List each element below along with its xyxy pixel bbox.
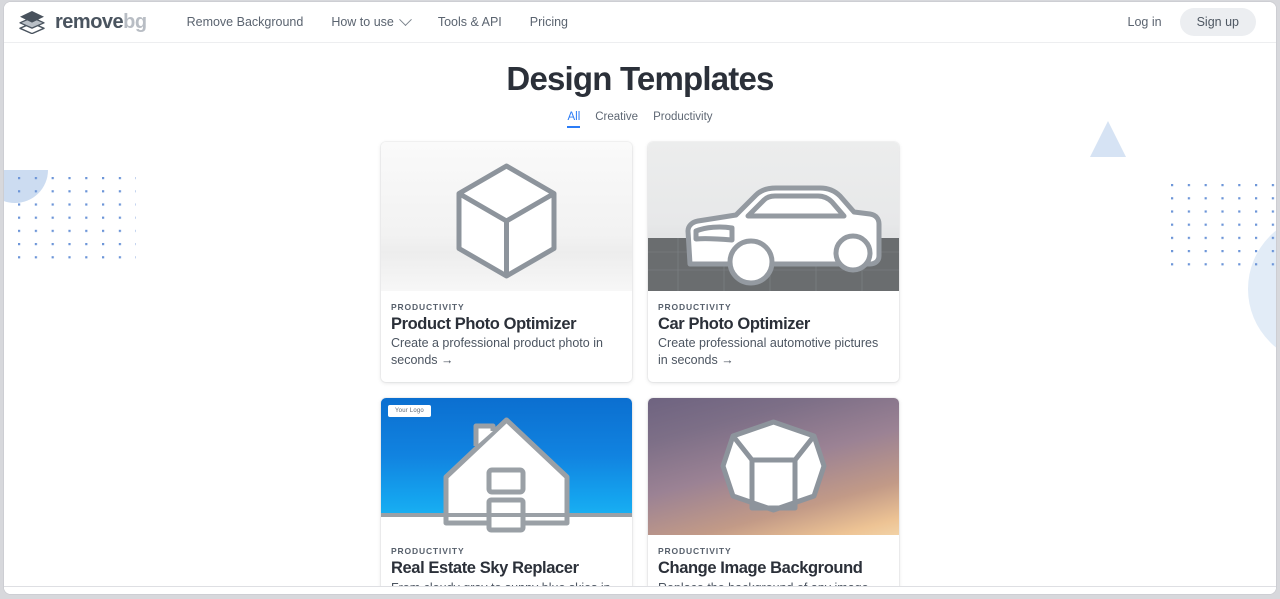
your-logo-badge: Your Logo: [388, 405, 431, 418]
brand-name-dark: remove: [55, 10, 124, 33]
card-title: Product Photo Optimizer: [391, 315, 577, 333]
tab-productivity[interactable]: Productivity: [653, 111, 712, 128]
card-title: Car Photo Optimizer: [658, 315, 810, 333]
card-body: PRODUCTIVITY Car Photo Optimizer Create …: [648, 291, 899, 382]
card-category: PRODUCTIVITY: [391, 302, 465, 312]
card-media: [648, 398, 899, 536]
house-icon: [381, 417, 632, 533]
card-category: PRODUCTIVITY: [391, 546, 465, 557]
header-actions: Log in Sign up: [1116, 8, 1256, 36]
decorative-dot-grid-right: [1171, 184, 1276, 276]
tab-all[interactable]: All: [567, 111, 581, 128]
card-description: Create professional automotive pictures …: [658, 336, 879, 367]
brand-logo-link[interactable]: removebg: [18, 10, 147, 34]
card-category: PRODUCTIVITY: [658, 546, 732, 557]
brand-name-light: bg: [123, 10, 147, 33]
nav-label: Remove Background: [186, 15, 304, 29]
nav-item-how-to-use[interactable]: How to use: [317, 9, 424, 35]
category-tabs: All Creative Productivity: [4, 111, 1276, 128]
nav-item-pricing[interactable]: Pricing: [516, 9, 582, 35]
cube-icon: [456, 163, 557, 279]
template-card-car-photo-optimizer[interactable]: PRODUCTIVITY Car Photo Optimizer Create …: [648, 142, 899, 383]
card-title: Change Image Background: [658, 559, 863, 578]
decorative-circle: [1248, 214, 1276, 364]
nav-item-remove-background[interactable]: Remove Background: [173, 9, 318, 35]
card-category: PRODUCTIVITY: [658, 302, 732, 312]
site-header: removebg Remove Background How to use To…: [4, 2, 1276, 43]
nav-label: Tools & API: [437, 15, 502, 29]
decorative-dot-grid-left: [18, 177, 136, 269]
template-card-product-photo-optimizer[interactable]: PRODUCTIVITY Product Photo Optimizer Cre…: [381, 142, 632, 383]
card-media: [381, 142, 632, 291]
card-body: PRODUCTIVITY Product Photo Optimizer Cre…: [381, 291, 632, 382]
main-nav: Remove Background How to use Tools & API…: [173, 9, 582, 35]
decorative-semicircle: [4, 170, 48, 203]
car-icon: [648, 185, 899, 291]
main-content: Design Templates All Creative Productivi…: [4, 43, 1276, 594]
template-card-change-image-background[interactable]: PRODUCTIVITY Change Image Background Rep…: [648, 398, 899, 594]
template-grid: PRODUCTIVITY Product Photo Optimizer Cre…: [381, 142, 899, 594]
card-title: Real Estate Sky Replacer: [391, 559, 579, 578]
page-title: Design Templates: [506, 60, 774, 97]
signup-button[interactable]: Sign up: [1179, 8, 1256, 36]
template-card-real-estate-sky-replacer[interactable]: Your Logo PRODUCTIVITY Real Estate Sky R…: [381, 398, 632, 594]
viewport-bottom-edge: [4, 586, 1276, 594]
nav-label: Pricing: [529, 15, 569, 29]
chevron-down-icon: [398, 12, 412, 26]
nav-label: How to use: [331, 15, 394, 29]
brand-name: removebg: [55, 11, 147, 34]
tab-creative[interactable]: Creative: [595, 111, 638, 128]
browser-window: removebg Remove Background How to use To…: [4, 2, 1276, 594]
card-media: Your Logo: [381, 398, 632, 536]
page-root: removebg Remove Background How to use To…: [4, 2, 1276, 594]
card-description: Create a professional product photo in s…: [391, 336, 603, 367]
stacked-layers-icon: [18, 10, 46, 34]
hexagonal-prism-icon: [720, 419, 827, 513]
card-media: [648, 142, 899, 291]
login-link[interactable]: Log in: [1116, 9, 1174, 35]
nav-item-tools-api[interactable]: Tools & API: [424, 9, 516, 35]
